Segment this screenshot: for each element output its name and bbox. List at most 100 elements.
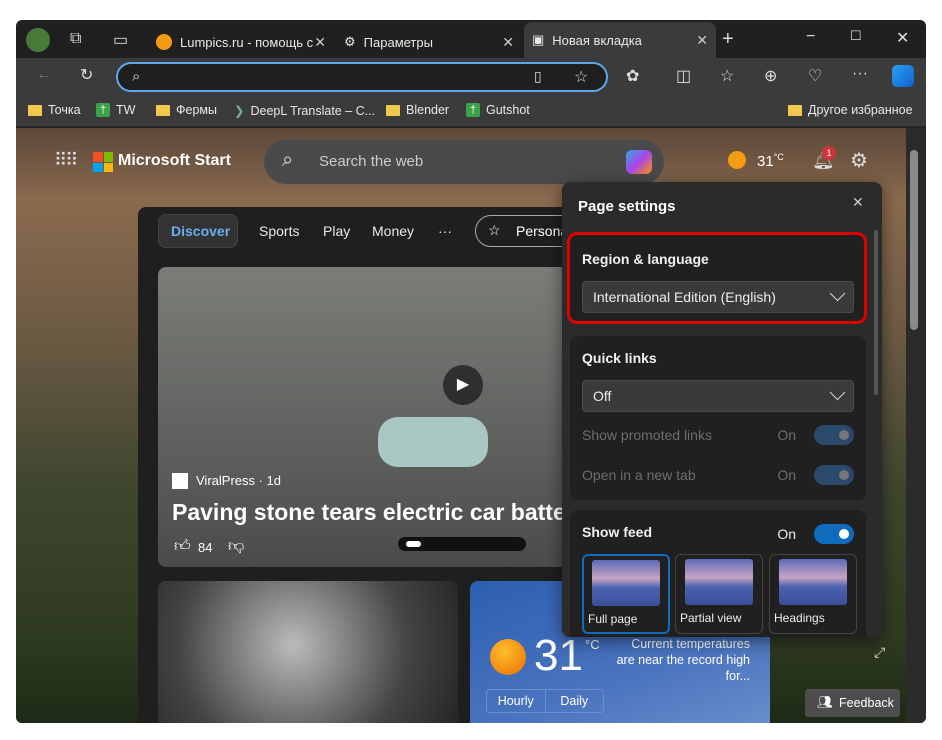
- bookmarks-bar: Точка † TW Фермы ❯ DeepL Translate – C... …: [16, 95, 926, 127]
- copilot-icon[interactable]: [892, 65, 914, 87]
- tab-daily[interactable]: Daily: [546, 690, 604, 712]
- row-state: On: [777, 427, 796, 443]
- quick-links-select[interactable]: Off: [582, 380, 854, 412]
- address-input[interactable]: [158, 68, 528, 86]
- brand[interactable]: Microsoft Start: [118, 152, 231, 170]
- tab-hourly[interactable]: Hourly: [487, 690, 546, 712]
- read-aloud-icon[interactable]: ▯: [534, 68, 542, 85]
- bookmark-label: Точка: [48, 103, 81, 117]
- hero-card[interactable]: ▶ ViralPress · 1d Paving stone tears ele…: [158, 267, 578, 567]
- article-title[interactable]: Paving stone tears electric car batte: [172, 499, 566, 526]
- select-value: Off: [593, 388, 612, 404]
- page-settings-panel: Page settings ✕ Region & language Intern…: [562, 182, 882, 637]
- bookmark-label: Другое избранное: [808, 103, 913, 117]
- favorite-star-icon[interactable]: ☆: [574, 67, 588, 87]
- back-icon[interactable]: ←: [36, 66, 52, 84]
- layout-full-page[interactable]: Full page: [582, 554, 670, 634]
- layout-partial-view[interactable]: Partial view: [675, 554, 763, 634]
- weather-button[interactable]: 31°C: [757, 152, 784, 170]
- close-tab-icon[interactable]: ✕: [502, 34, 514, 51]
- profile-avatar[interactable]: [26, 28, 50, 52]
- bookmark[interactable]: † TW: [96, 103, 135, 117]
- chevron-down-icon: [829, 285, 846, 302]
- feedback-button[interactable]: 👥︎ Feedback: [805, 689, 900, 717]
- browser-window: ⧉ ▭ Lumpics.ru - помощь с ✕ ⚙ Параметры …: [16, 20, 926, 723]
- app-launcher-icon[interactable]: ⠿⠿: [54, 150, 78, 171]
- tab-money[interactable]: Money: [372, 223, 414, 239]
- weather-temp: 31: [534, 631, 583, 680]
- bookmark[interactable]: Фермы: [156, 103, 217, 117]
- workspaces-icon[interactable]: ⧉: [70, 30, 81, 48]
- split-screen-icon[interactable]: ◫: [676, 66, 691, 86]
- search-placeholder: Search the web: [319, 153, 424, 170]
- layout-headings[interactable]: Headings: [769, 554, 857, 634]
- dislike-icon[interactable]: 👎︎: [228, 537, 244, 556]
- maximize-icon[interactable]: ☐: [850, 28, 862, 44]
- close-tab-icon[interactable]: ✕: [314, 34, 326, 51]
- promoted-links-toggle[interactable]: [814, 425, 854, 445]
- copilot-icon[interactable]: [626, 150, 652, 174]
- more-icon[interactable]: ···: [852, 65, 868, 83]
- layout-preview: [779, 559, 847, 605]
- close-icon[interactable]: ✕: [852, 194, 864, 211]
- refresh-icon[interactable]: ↻: [80, 65, 93, 85]
- orange-icon: [156, 34, 172, 50]
- extensions-icon[interactable]: ✿: [626, 66, 639, 86]
- new-tab-icon[interactable]: +: [722, 28, 734, 51]
- close-window-icon[interactable]: ✕: [896, 28, 909, 48]
- car-image: [378, 417, 488, 467]
- new-tab-toggle[interactable]: [814, 465, 854, 485]
- scrollbar-thumb[interactable]: [910, 150, 918, 330]
- tab-new[interactable]: ▣ Новая вкладка ✕: [524, 22, 716, 58]
- region-language-section: Region & language International Edition …: [567, 232, 867, 324]
- microsoft-logo: [93, 152, 113, 172]
- like-count: 84: [198, 540, 213, 555]
- show-feed-section: Show feed On Full page Partial view Head…: [570, 510, 866, 637]
- layout-label: Full page: [588, 612, 638, 626]
- row-label: Open in a new tab: [582, 467, 696, 483]
- tab-settings[interactable]: ⚙ Параметры ✕: [336, 26, 522, 58]
- select-value: International Edition (English): [593, 289, 776, 305]
- row-state: On: [777, 526, 796, 542]
- newtab-icon: ▣: [532, 32, 545, 47]
- tab-label: Параметры: [363, 34, 433, 50]
- bookmark[interactable]: ❯ DeepL Translate – C...: [234, 103, 375, 119]
- favorites-icon[interactable]: ☆: [720, 66, 734, 86]
- settings-gear-icon[interactable]: ⚙: [850, 148, 868, 173]
- temp: 31: [757, 153, 774, 170]
- folder-icon: [156, 104, 170, 116]
- like-icon[interactable]: 👍︎: [174, 537, 191, 556]
- close-tab-icon[interactable]: ✕: [696, 32, 708, 49]
- tab-actions-icon[interactable]: ▭: [113, 30, 128, 50]
- weather-note[interactable]: Current temperatures are near the record…: [615, 636, 750, 684]
- expand-icon[interactable]: ⤢: [874, 644, 885, 661]
- show-feed-toggle[interactable]: [814, 524, 854, 544]
- news-image-card[interactable]: [158, 581, 458, 723]
- layout-preview: [685, 559, 753, 605]
- more-tabs[interactable]: ···: [438, 223, 452, 239]
- address-bar[interactable]: ⌕ ▯ ☆: [116, 62, 608, 92]
- web-search-box[interactable]: ⌕ Search the web: [264, 140, 664, 184]
- unit: °C: [773, 152, 784, 162]
- sun-icon: [728, 151, 746, 169]
- search-icon: ⌕: [132, 68, 141, 85]
- carousel-indicator[interactable]: [398, 537, 526, 551]
- panel-scrollbar[interactable]: [874, 230, 878, 395]
- play-icon[interactable]: ▶: [443, 365, 483, 405]
- browser-essentials-icon[interactable]: ♡: [808, 66, 822, 86]
- feedback-label: Feedback: [839, 696, 894, 710]
- tab-lumpics[interactable]: Lumpics.ru - помощь с ✕: [148, 26, 334, 58]
- bookmark[interactable]: Blender: [386, 103, 449, 117]
- other-favorites[interactable]: Другое избранное: [788, 103, 913, 117]
- bookmark[interactable]: Точка: [28, 103, 81, 117]
- region-select[interactable]: International Edition (English): [582, 281, 854, 313]
- tw-icon: †: [466, 103, 480, 117]
- page-scrollbar[interactable]: [906, 128, 926, 723]
- folder-icon: [788, 104, 802, 116]
- collections-icon[interactable]: ⊕: [764, 66, 777, 86]
- section-heading: Quick links: [582, 350, 657, 366]
- minimize-icon[interactable]: −: [806, 28, 815, 46]
- bookmark[interactable]: † Gutshot: [466, 103, 530, 117]
- tab-sports[interactable]: Sports: [259, 223, 299, 239]
- tab-play[interactable]: Play: [323, 223, 350, 239]
